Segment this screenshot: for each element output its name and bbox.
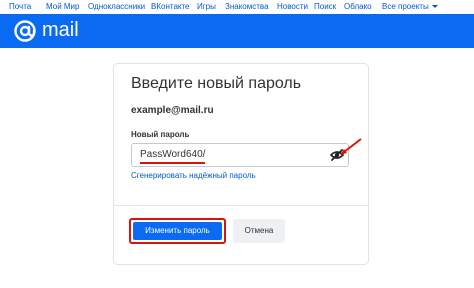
nav-all-projects-dropdown[interactable]: Все проекты xyxy=(382,2,438,12)
nav-link-cloud[interactable]: Облако xyxy=(344,2,372,12)
nav-link-games[interactable]: Игры xyxy=(197,2,216,12)
generate-password-link[interactable]: Сгенерировать надёжный пароль xyxy=(131,171,256,181)
logo-text[interactable]: mail xyxy=(42,18,79,42)
nav-link-odnoklassniki[interactable]: Одноклассники xyxy=(88,2,145,12)
at-sign-logo-icon[interactable] xyxy=(12,18,38,44)
cancel-button[interactable]: Отмена xyxy=(233,219,285,243)
top-navigation: Почта Мой Мир Одноклассники ВКонтакте Иг… xyxy=(0,0,474,14)
divider xyxy=(114,205,368,206)
new-password-input[interactable]: PassWord640/ xyxy=(131,143,349,167)
nav-link-news[interactable]: Новости xyxy=(277,2,308,12)
nav-all-projects-label: Все проекты xyxy=(382,2,429,11)
chevron-down-icon xyxy=(431,5,438,8)
new-password-label: Новый пароль xyxy=(131,130,190,139)
new-password-value: PassWord640/ xyxy=(140,149,206,164)
nav-link-mail[interactable]: Почта xyxy=(9,2,31,12)
annotation-arrow-icon xyxy=(340,138,362,155)
nav-link-my-world[interactable]: Мой Мир xyxy=(46,2,79,12)
nav-link-dating[interactable]: Знакомства xyxy=(225,2,269,12)
header-bar: mail xyxy=(0,14,474,48)
nav-link-search[interactable]: Поиск xyxy=(314,2,336,12)
change-password-button[interactable]: Изменить пароль xyxy=(133,222,222,240)
page-title: Введите новый пароль xyxy=(131,75,302,92)
account-email: example@mail.ru xyxy=(131,105,214,116)
nav-link-vkontakte[interactable]: ВКонтакте xyxy=(151,2,190,12)
